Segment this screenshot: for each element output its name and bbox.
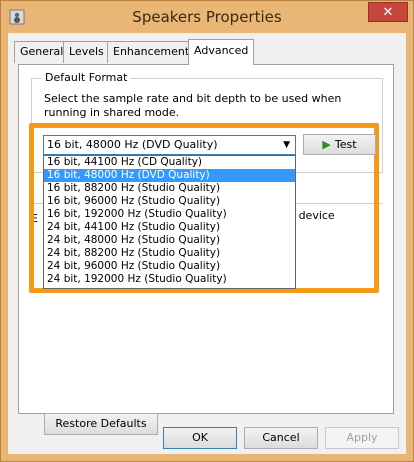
tab-levels[interactable]: Levels: [63, 41, 110, 63]
title-bar[interactable]: Speakers Properties ✕: [1, 1, 413, 33]
default-format-description: Select the sample rate and bit depth to …: [44, 92, 342, 119]
format-option[interactable]: 24 bit, 96000 Hz (Studio Quality): [44, 260, 295, 273]
close-button[interactable]: ✕: [368, 2, 408, 22]
format-option[interactable]: 16 bit, 96000 Hz (Studio Quality): [44, 195, 295, 208]
close-icon: ✕: [382, 5, 394, 20]
speakers-properties-window: Speakers Properties ✕ General Levels Enh…: [0, 0, 414, 462]
tab-general[interactable]: General: [14, 41, 70, 63]
dialog-client-area: General Levels Enhancements Advanced Def…: [8, 33, 406, 454]
ok-button[interactable]: OK: [163, 427, 237, 449]
tab-enhancements[interactable]: Enhancements: [107, 41, 201, 63]
format-option[interactable]: 16 bit, 88200 Hz (Studio Quality): [44, 182, 295, 195]
format-option[interactable]: 16 bit, 192000 Hz (Studio Quality): [44, 208, 295, 221]
format-options-list: 16 bit, 44100 Hz (CD Quality) 16 bit, 48…: [43, 155, 296, 289]
tab-advanced[interactable]: Advanced: [188, 39, 255, 65]
window-title: Speakers Properties: [132, 8, 282, 26]
play-icon: ▶: [322, 138, 331, 151]
default-format-title: Default Format: [42, 71, 131, 84]
test-button-label: Test: [334, 138, 357, 151]
format-option[interactable]: 24 bit, 44100 Hz (Studio Quality): [44, 221, 295, 234]
selected-format-value: 16 bit, 48000 Hz (DVD Quality): [47, 138, 218, 151]
format-option[interactable]: 24 bit, 192000 Hz (Studio Quality): [44, 273, 295, 286]
format-option-selected[interactable]: 16 bit, 48000 Hz (DVD Quality): [44, 169, 295, 182]
test-button[interactable]: ▶ Test: [303, 134, 376, 155]
cancel-button[interactable]: Cancel: [244, 427, 318, 449]
restore-defaults-button[interactable]: Restore Defaults: [44, 413, 158, 435]
format-option[interactable]: 24 bit, 48000 Hz (Studio Quality): [44, 234, 295, 247]
sample-rate-dropdown[interactable]: 16 bit, 48000 Hz (DVD Quality) ▼: [43, 135, 296, 155]
chevron-down-icon: ▼: [283, 140, 290, 150]
format-option[interactable]: 24 bit, 88200 Hz (Studio Quality): [44, 247, 295, 260]
format-option[interactable]: 16 bit, 44100 Hz (CD Quality): [44, 156, 295, 169]
apply-button[interactable]: Apply: [325, 427, 399, 449]
